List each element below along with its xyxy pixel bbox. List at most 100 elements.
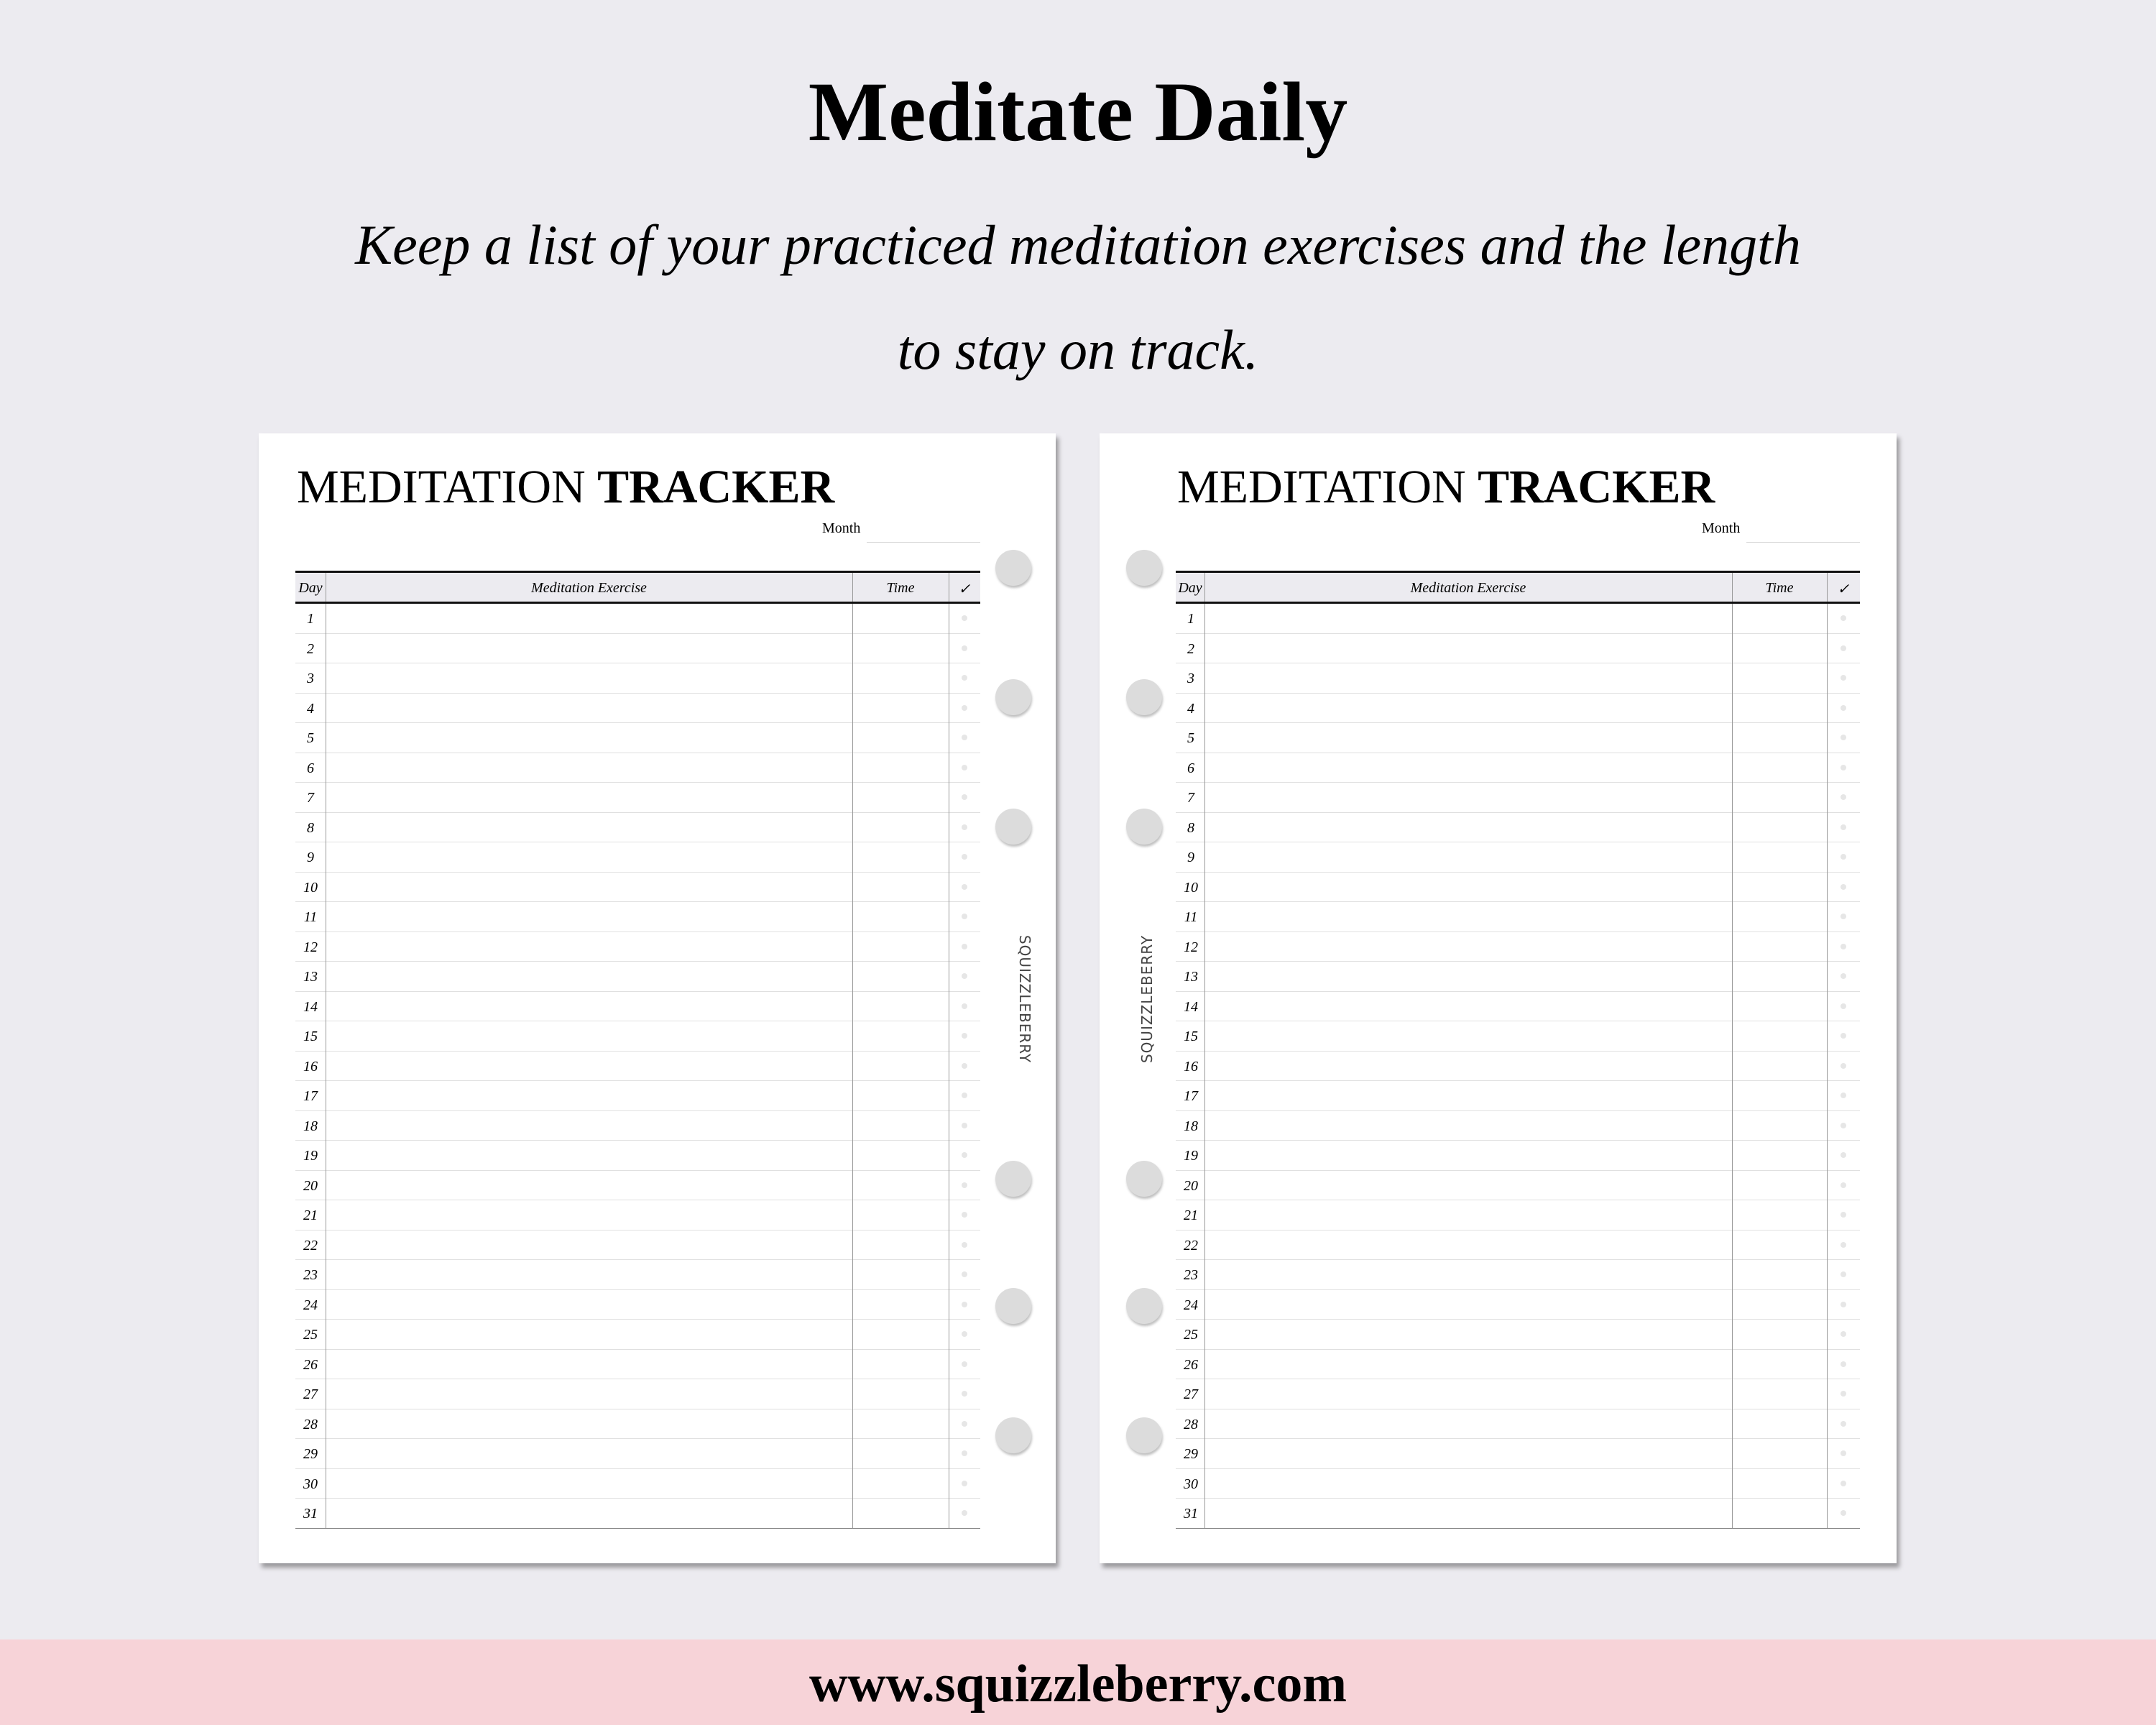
month-field[interactable] (867, 542, 980, 543)
checkbox-dot[interactable] (1841, 1450, 1846, 1456)
checkbox-dot[interactable] (1841, 1480, 1846, 1486)
table-row[interactable]: 3 (1176, 663, 1860, 694)
table-row[interactable]: 15 (295, 1021, 980, 1052)
checkbox-dot[interactable] (1841, 704, 1846, 711)
table-row[interactable]: 30 (1176, 1469, 1860, 1499)
checkbox-dot[interactable] (962, 854, 967, 860)
checkbox-dot[interactable] (962, 1361, 967, 1367)
table-row[interactable]: 13 (295, 962, 980, 992)
table-row[interactable]: 11 (1176, 902, 1860, 932)
checkbox-dot[interactable] (962, 883, 967, 890)
table-row[interactable]: 18 (295, 1111, 980, 1141)
table-row[interactable]: 8 (295, 813, 980, 842)
table-row[interactable]: 12 (1176, 932, 1860, 962)
table-row[interactable]: 18 (1176, 1111, 1860, 1141)
checkbox-dot[interactable] (962, 1182, 967, 1188)
checkbox-dot[interactable] (962, 1212, 967, 1218)
table-row[interactable]: 6 (1176, 753, 1860, 783)
table-row[interactable]: 10 (295, 873, 980, 902)
table-row[interactable]: 2 (295, 634, 980, 663)
table-row[interactable]: 27 (295, 1379, 980, 1409)
table-row[interactable]: 22 (1176, 1230, 1860, 1260)
checkbox-dot[interactable] (1841, 615, 1846, 621)
table-row[interactable]: 30 (295, 1469, 980, 1499)
checkbox-dot[interactable] (962, 824, 967, 830)
table-row[interactable]: 23 (295, 1260, 980, 1290)
checkbox-dot[interactable] (1841, 1271, 1846, 1277)
checkbox-dot[interactable] (962, 794, 967, 800)
table-row[interactable]: 5 (1176, 723, 1860, 753)
checkbox-dot[interactable] (962, 1331, 967, 1337)
table-row[interactable]: 15 (1176, 1021, 1860, 1052)
table-row[interactable]: 16 (1176, 1052, 1860, 1081)
checkbox-dot[interactable] (1841, 1301, 1846, 1307)
checkbox-dot[interactable] (1841, 794, 1846, 800)
checkbox-dot[interactable] (962, 1391, 967, 1397)
checkbox-dot[interactable] (962, 943, 967, 949)
table-row[interactable]: 14 (1176, 992, 1860, 1021)
checkbox-dot[interactable] (1841, 1331, 1846, 1337)
checkbox-dot[interactable] (1841, 1033, 1846, 1039)
checkbox-dot[interactable] (962, 1510, 967, 1516)
checkbox-dot[interactable] (1841, 1062, 1846, 1069)
checkbox-dot[interactable] (962, 1122, 967, 1128)
checkbox-dot[interactable] (1841, 735, 1846, 740)
checkbox-dot[interactable] (1841, 1003, 1846, 1009)
table-row[interactable]: 26 (1176, 1350, 1860, 1379)
checkbox-dot[interactable] (1841, 1391, 1846, 1397)
checkbox-dot[interactable] (962, 645, 967, 651)
table-row[interactable]: 7 (295, 783, 980, 813)
table-row[interactable]: 13 (1176, 962, 1860, 992)
checkbox-dot[interactable] (962, 1271, 967, 1277)
checkbox-dot[interactable] (962, 973, 967, 979)
table-row[interactable]: 22 (295, 1230, 980, 1260)
checkbox-dot[interactable] (1841, 1510, 1846, 1516)
checkbox-dot[interactable] (962, 1480, 967, 1486)
table-row[interactable]: 9 (1176, 842, 1860, 873)
checkbox-dot[interactable] (1841, 675, 1846, 681)
table-row[interactable]: 5 (295, 723, 980, 753)
table-row[interactable]: 3 (295, 663, 980, 694)
table-row[interactable]: 19 (295, 1141, 980, 1171)
table-row[interactable]: 6 (295, 753, 980, 783)
website-url[interactable]: www.squizzleberry.com (0, 1654, 2156, 1715)
table-row[interactable]: 4 (1176, 694, 1860, 723)
table-row[interactable]: 17 (1176, 1081, 1860, 1111)
table-row[interactable]: 28 (295, 1409, 980, 1439)
checkbox-dot[interactable] (1841, 1212, 1846, 1218)
table-row[interactable]: 10 (1176, 873, 1860, 902)
checkbox-dot[interactable] (962, 1241, 967, 1248)
table-row[interactable]: 16 (295, 1052, 980, 1081)
table-row[interactable]: 17 (295, 1081, 980, 1111)
checkbox-dot[interactable] (962, 914, 967, 919)
table-row[interactable]: 14 (295, 992, 980, 1021)
checkbox-dot[interactable] (962, 1092, 967, 1098)
table-row[interactable]: 31 (295, 1499, 980, 1529)
table-row[interactable]: 25 (1176, 1320, 1860, 1350)
checkbox-dot[interactable] (962, 1301, 967, 1307)
checkbox-dot[interactable] (962, 1420, 967, 1427)
table-row[interactable]: 24 (1176, 1290, 1860, 1320)
checkbox-dot[interactable] (1841, 764, 1846, 770)
checkbox-dot[interactable] (1841, 1182, 1846, 1188)
table-row[interactable]: 1 (295, 604, 980, 634)
checkbox-dot[interactable] (1841, 943, 1846, 949)
checkbox-dot[interactable] (1841, 854, 1846, 860)
checkbox-dot[interactable] (962, 704, 967, 711)
checkbox-dot[interactable] (1841, 973, 1846, 979)
checkbox-dot[interactable] (962, 615, 967, 621)
checkbox-dot[interactable] (1841, 1361, 1846, 1367)
table-row[interactable]: 21 (1176, 1200, 1860, 1230)
checkbox-dot[interactable] (1841, 1122, 1846, 1128)
table-row[interactable]: 19 (1176, 1141, 1860, 1171)
table-row[interactable]: 8 (1176, 813, 1860, 842)
table-row[interactable]: 21 (295, 1200, 980, 1230)
checkbox-dot[interactable] (1841, 883, 1846, 890)
table-row[interactable]: 24 (295, 1290, 980, 1320)
table-row[interactable]: 31 (1176, 1499, 1860, 1529)
table-row[interactable]: 29 (1176, 1439, 1860, 1469)
checkbox-dot[interactable] (1841, 914, 1846, 919)
table-row[interactable]: 2 (1176, 634, 1860, 663)
table-row[interactable]: 9 (295, 842, 980, 873)
table-row[interactable]: 29 (295, 1439, 980, 1469)
